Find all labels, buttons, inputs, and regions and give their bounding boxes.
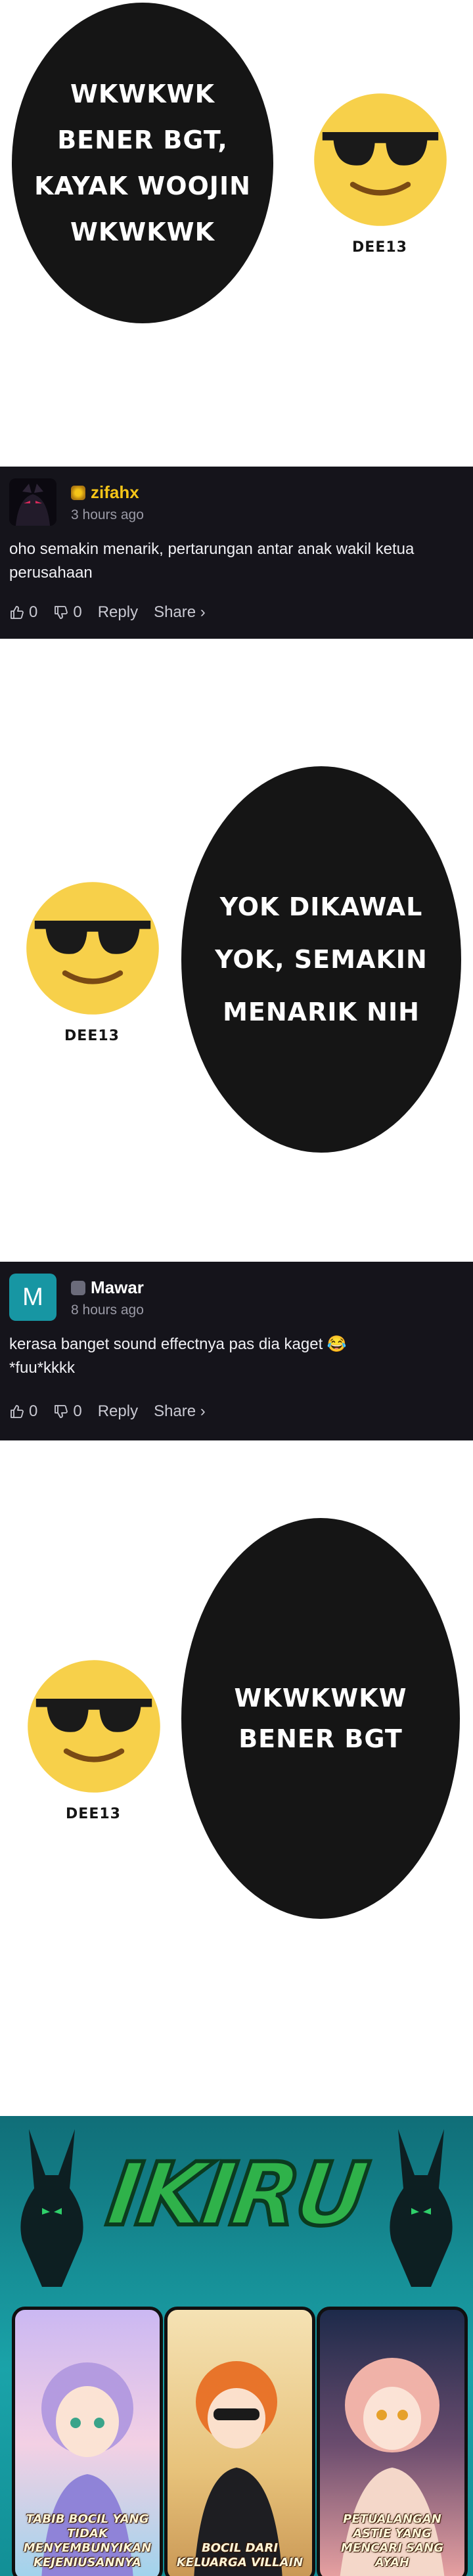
comic-card[interactable]: TABIB BOCIL YANG TIDAK MENYEMBUNYIKAN KE… [12,2307,163,2576]
user-badge-icon [71,1280,85,1295]
like-button[interactable]: 0 [9,603,37,622]
dislike-count: 0 [73,1402,82,1420]
dislike-count: 0 [73,603,82,621]
avatar-image-icon [9,478,56,526]
comment-author[interactable]: zifahx [71,482,139,503]
reply-button[interactable]: Reply [98,603,138,622]
avatar[interactable] [9,478,56,526]
share-button[interactable]: Share › [154,603,206,622]
sunglasses-emoji-icon [28,1660,160,1793]
anubis-head-icon [20,2129,83,2287]
artist-credit: DEE13 [66,1806,121,1822]
like-button[interactable]: 0 [9,1402,37,1421]
like-count: 0 [29,1402,38,1420]
sunglasses-emoji-icon [26,882,159,1015]
artist-credit: DEE13 [352,239,407,256]
avatar-letter: M [22,1283,43,1311]
speech-bubble: YOK DIKAWAL YOK, SEMAKIN MENARIK NIH [181,766,461,1153]
comment-card: zifahx 3 hours ago oho semakin menarik, … [0,467,473,639]
thumbs-down-icon [55,606,68,619]
speech-bubble: WKWKWKW BENER BGT [181,1518,460,1919]
brand-logo: IKIRU [100,2142,374,2247]
reader-page: WKWKWK BENER BGT, KAYAK WOOJIN WKWKWK DE… [0,0,473,2576]
comment-actions: 0 0 Reply Share › [9,603,221,622]
speech-bubble-text: WKWKWKW BENER BGT [234,1684,407,1753]
comment-card: M Mawar 8 hours ago kerasa banget sound … [0,1262,473,1440]
comment-time: 8 hours ago [71,1302,144,1318]
comic-panel-3: WKWKWKW BENER BGT DEE13 [0,1440,473,2116]
artist-credit: DEE13 [64,1028,120,1044]
comic-card-title: PETUALANGAN ASTIE YANG MENCARI SANG AYAH [341,2512,443,2569]
dislike-button[interactable]: 0 [53,1402,82,1421]
comment-time: 3 hours ago [71,507,144,522]
promo-banner[interactable]: IKIRU TABIB BOCIL YANG TIDAK MENYEMBUNYI… [0,2116,473,2576]
dislike-button[interactable]: 0 [53,603,82,622]
comic-panel-2: YOK DIKAWAL YOK, SEMAKIN MENARIK NIH DEE… [0,639,473,1262]
comment-text: oho semakin menarik, pertarungan antar a… [9,540,415,582]
comic-card[interactable]: PETUALANGAN ASTIE YANG MENCARI SANG AYAH [317,2307,468,2576]
comment-author[interactable]: Mawar [71,1277,144,1298]
avatar[interactable]: M [9,1274,56,1321]
comic-card-title: BOCIL DARI KELUARGA VILLAIN [176,2541,304,2569]
comment-text: kerasa banget sound effectnya pas dia ka… [9,1335,347,1377]
user-badge-icon [71,485,85,500]
thumbs-up-icon [11,1405,24,1418]
comic-panel-1: WKWKWK BENER BGT, KAYAK WOOJIN WKWKWK DE… [0,0,473,467]
username: Mawar [91,1277,144,1297]
thumbs-up-icon [11,606,24,619]
reply-button[interactable]: Reply [98,1402,138,1421]
comic-card-title: TABIB BOCIL YANG TIDAK MENYEMBUNYIKAN KE… [23,2512,152,2569]
share-button[interactable]: Share › [154,1402,206,1421]
comment-actions: 0 0 Reply Share › [9,1402,221,1421]
like-count: 0 [29,603,38,621]
speech-bubble-text: YOK DIKAWAL YOK, SEMAKIN MENARIK NIH [215,892,428,1026]
thumbs-down-icon [55,1405,68,1418]
speech-bubble: WKWKWK BENER BGT, KAYAK WOOJIN WKWKWK [12,3,273,323]
sunglasses-emoji-icon [314,93,447,226]
anubis-head-icon [390,2129,453,2287]
speech-bubble-text: WKWKWK BENER BGT, KAYAK WOOJIN WKWKWK [34,80,251,246]
comic-card[interactable]: BOCIL DARI KELUARGA VILLAIN [164,2307,315,2576]
comic-cover-art-icon [194,2361,282,2576]
username: zifahx [91,482,139,502]
